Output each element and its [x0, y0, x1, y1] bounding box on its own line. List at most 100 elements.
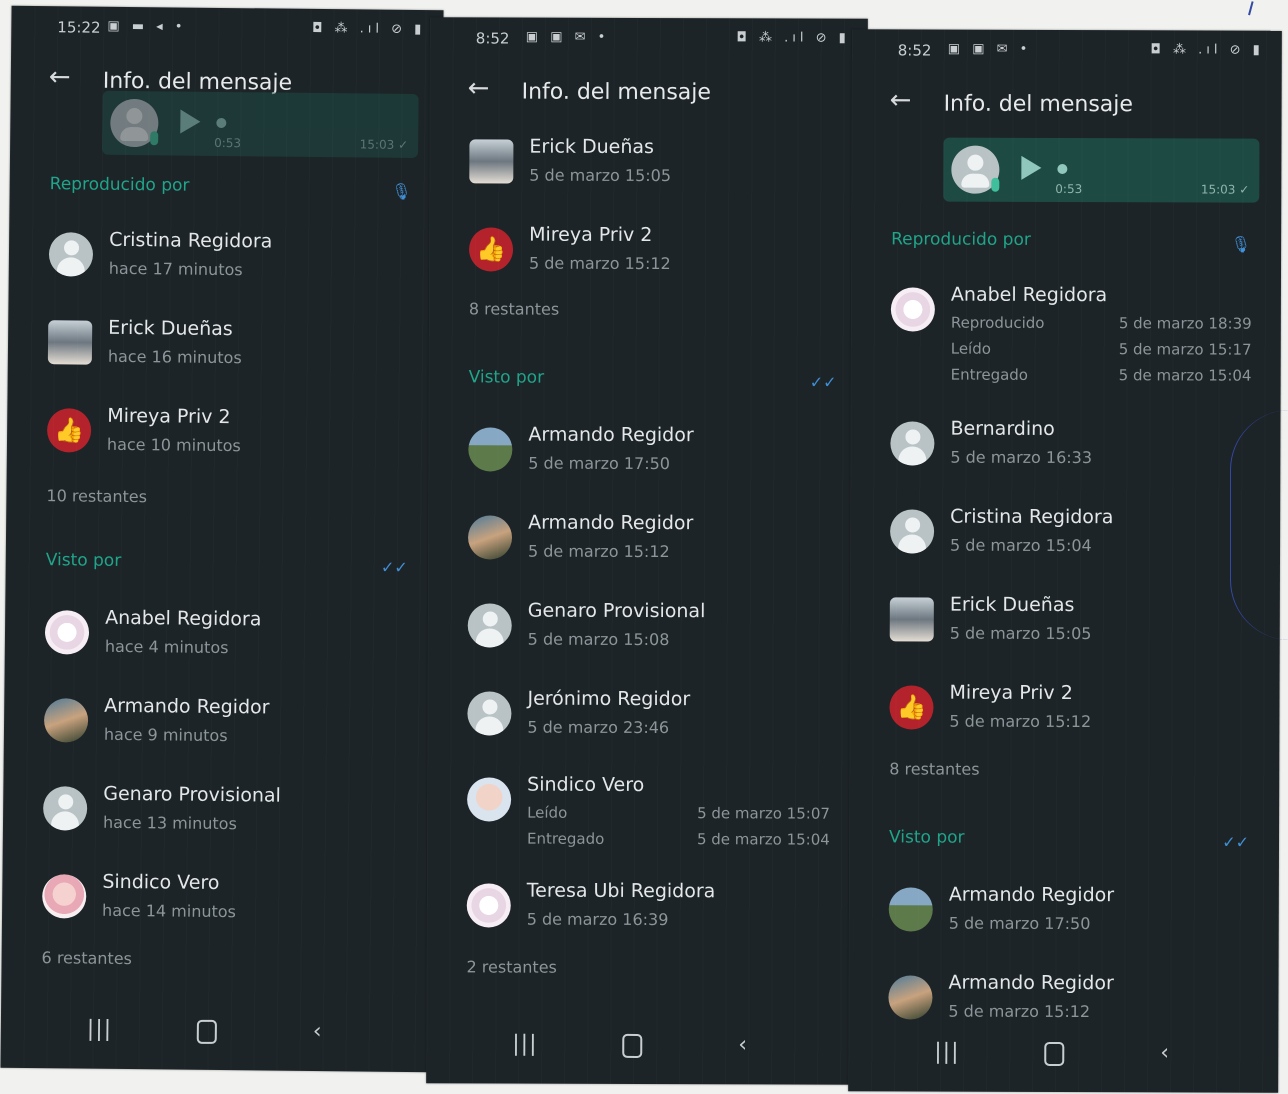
- contact-name: Mireya Priv 2: [107, 404, 231, 429]
- list-item[interactable]: Genaro Provisional 5 de marzo 15:08: [467, 599, 846, 680]
- contact-time: 5 de marzo 16:39: [526, 909, 669, 930]
- contact-time: hace 10 minutos: [106, 434, 241, 456]
- recent-apps-icon[interactable]: |||: [512, 1032, 537, 1057]
- back-arrow-icon[interactable]: ←: [468, 73, 490, 103]
- contact-time: hace 17 minutos: [108, 258, 243, 280]
- contact-name: Anabel Regidora: [105, 606, 262, 631]
- double-check-icon: ✓✓: [1222, 832, 1250, 852]
- back-arrow-icon[interactable]: ←: [890, 85, 912, 115]
- double-check-icon: ✓✓: [380, 557, 408, 577]
- section-played-by: Reproducido por: [49, 174, 190, 196]
- list-item[interactable]: Genaro Provisional hace 13 minutos: [42, 782, 416, 866]
- contact-name: Sindico Vero: [102, 870, 220, 894]
- duration: 0:53: [1055, 181, 1083, 197]
- avatar: [48, 232, 94, 277]
- list-item[interactable]: 👍 Mireya Priv 2 5 de marzo 15:12: [468, 223, 847, 304]
- notification-icons: ▣ ▣ ✉ •: [947, 41, 1032, 57]
- status-time: 15:22: [57, 18, 101, 37]
- remaining-count[interactable]: 2 restantes: [467, 957, 557, 976]
- contact-name: Mireya Priv 2: [949, 681, 1073, 705]
- list-item[interactable]: Cristina Regidora 5 de marzo 15:04: [890, 505, 1260, 586]
- contact-time: hace 16 minutos: [107, 346, 242, 368]
- avatar: [468, 427, 513, 472]
- contact-name: Teresa Ubi Regidora: [526, 879, 716, 903]
- list-item[interactable]: Armando Regidor 5 de marzo 15:12: [467, 511, 846, 592]
- list-item[interactable]: Sindico Vero hace 14 minutos: [42, 870, 415, 954]
- sent-time: 15:03 ✓: [1200, 182, 1250, 197]
- contact-name: Genaro Provisional: [103, 782, 282, 807]
- list-item[interactable]: Armando Regidor hace 9 minutos: [43, 694, 417, 778]
- avatar: [466, 883, 511, 928]
- list-item[interactable]: Erick Dueñas 5 de marzo 15:05: [889, 593, 1260, 674]
- contact-time: 5 de marzo 15:08: [527, 629, 670, 650]
- thumbs-up-icon: 👍: [46, 408, 92, 453]
- played-date: 5 de marzo 18:39: [1118, 314, 1252, 333]
- contact-name: Bernardino: [950, 417, 1055, 440]
- status-bar: 8:52 ▣ ▣ ✉ • ◘ ⁂ .ıl ⊘ ▮: [852, 29, 1282, 77]
- seek-knob[interactable]: [216, 117, 227, 129]
- delivered-label: Entregado: [526, 829, 605, 848]
- list-item[interactable]: 👍 Mireya Priv 2 hace 10 minutos: [46, 404, 420, 488]
- remaining-count[interactable]: 8 restantes: [889, 759, 979, 778]
- avatar: [43, 698, 89, 743]
- section-seen-by: Visto por: [45, 550, 122, 571]
- notification-icons: ▣ ▬ ◂ •: [107, 18, 187, 35]
- list-item[interactable]: Anabel Regidora hace 4 minutos: [44, 606, 417, 690]
- remaining-count[interactable]: 8 restantes: [469, 299, 559, 318]
- list-item[interactable]: Sindico Vero Leído 5 de marzo 15:07 Entr…: [467, 773, 845, 864]
- back-arrow-icon[interactable]: ←: [49, 62, 71, 92]
- list-item[interactable]: Cristina Regidora hace 17 minutos: [48, 228, 421, 312]
- section-played-by: Reproducido por: [891, 229, 1031, 250]
- recent-apps-icon[interactable]: |||: [934, 1040, 959, 1065]
- list-item[interactable]: Armando Regidor 5 de marzo 17:50: [468, 423, 846, 504]
- list-item[interactable]: Bernardino 5 de marzo 16:33: [890, 417, 1260, 498]
- list-item[interactable]: Teresa Ubi Regidora 5 de marzo 16:39: [466, 879, 845, 960]
- remaining-count[interactable]: 10 restantes: [46, 486, 147, 506]
- home-icon[interactable]: [196, 1019, 217, 1044]
- play-icon[interactable]: [1021, 155, 1042, 180]
- screenshot-3: 8:52 ▣ ▣ ✉ • ◘ ⁂ .ıl ⊘ ▮ ← Info. del men…: [848, 29, 1282, 1093]
- contact-time: 5 de marzo 15:12: [528, 253, 671, 274]
- list-item[interactable]: Anabel Regidora Reproducido 5 de marzo 1…: [890, 283, 1261, 394]
- contact-name: Armando Regidor: [528, 423, 694, 447]
- avatar: [467, 603, 512, 648]
- section-seen-by: Visto por: [468, 367, 545, 388]
- contact-time: 5 de marzo 15:12: [527, 541, 670, 562]
- app-bar: ← Info. del mensaje: [429, 67, 867, 129]
- contact-name: Armando Regidor: [528, 511, 694, 535]
- back-nav-icon[interactable]: ‹: [313, 1019, 322, 1044]
- home-icon[interactable]: [1044, 1041, 1065, 1067]
- nav-bar: ||| ‹: [426, 1013, 864, 1085]
- contact-time: hace 14 minutos: [102, 900, 237, 922]
- page-title: Info. del mensaje: [521, 79, 711, 106]
- home-icon[interactable]: [622, 1033, 643, 1058]
- avatar: [888, 975, 933, 1020]
- status-time: 8:52: [475, 29, 510, 48]
- list-item[interactable]: Jerónimo Regidor 5 de marzo 23:46: [467, 687, 845, 768]
- notification-icons: ▣ ▣ ✉ •: [525, 29, 610, 45]
- nav-bar: ||| ‹: [848, 1021, 1278, 1093]
- remaining-count[interactable]: 6 restantes: [42, 948, 133, 968]
- avatar: [467, 691, 512, 736]
- contact-time: 5 de marzo 15:05: [949, 623, 1092, 644]
- pen-annotation: [1230, 410, 1288, 640]
- list-item[interactable]: Erick Dueñas hace 16 minutos: [47, 316, 420, 400]
- play-icon[interactable]: [180, 109, 201, 134]
- contact-name: Erick Dueñas: [949, 593, 1075, 617]
- recent-apps-icon[interactable]: |||: [87, 1017, 113, 1042]
- list-item[interactable]: 👍 Mireya Priv 2 5 de marzo 15:12: [889, 681, 1259, 762]
- avatar: [467, 777, 512, 822]
- seek-knob[interactable]: [1057, 163, 1068, 175]
- back-nav-icon[interactable]: ‹: [738, 1032, 747, 1057]
- list-item[interactable]: Armando Regidor 5 de marzo 17:50: [888, 883, 1259, 964]
- voice-message-bubble: 0:53 15:03 ✓: [102, 90, 419, 159]
- back-nav-icon[interactable]: ‹: [1160, 1040, 1169, 1065]
- pen-annotation: [1238, 0, 1254, 16]
- list-item[interactable]: Erick Dueñas 5 de marzo 15:05: [469, 135, 847, 216]
- thumbs-up-icon: 👍: [889, 685, 934, 730]
- contact-time: 5 de marzo 15:05: [529, 165, 672, 186]
- avatar: [888, 887, 933, 932]
- contact-time: hace 9 minutos: [103, 724, 228, 746]
- contact-name: Cristina Regidora: [109, 228, 273, 253]
- status-time: 8:52: [897, 41, 932, 60]
